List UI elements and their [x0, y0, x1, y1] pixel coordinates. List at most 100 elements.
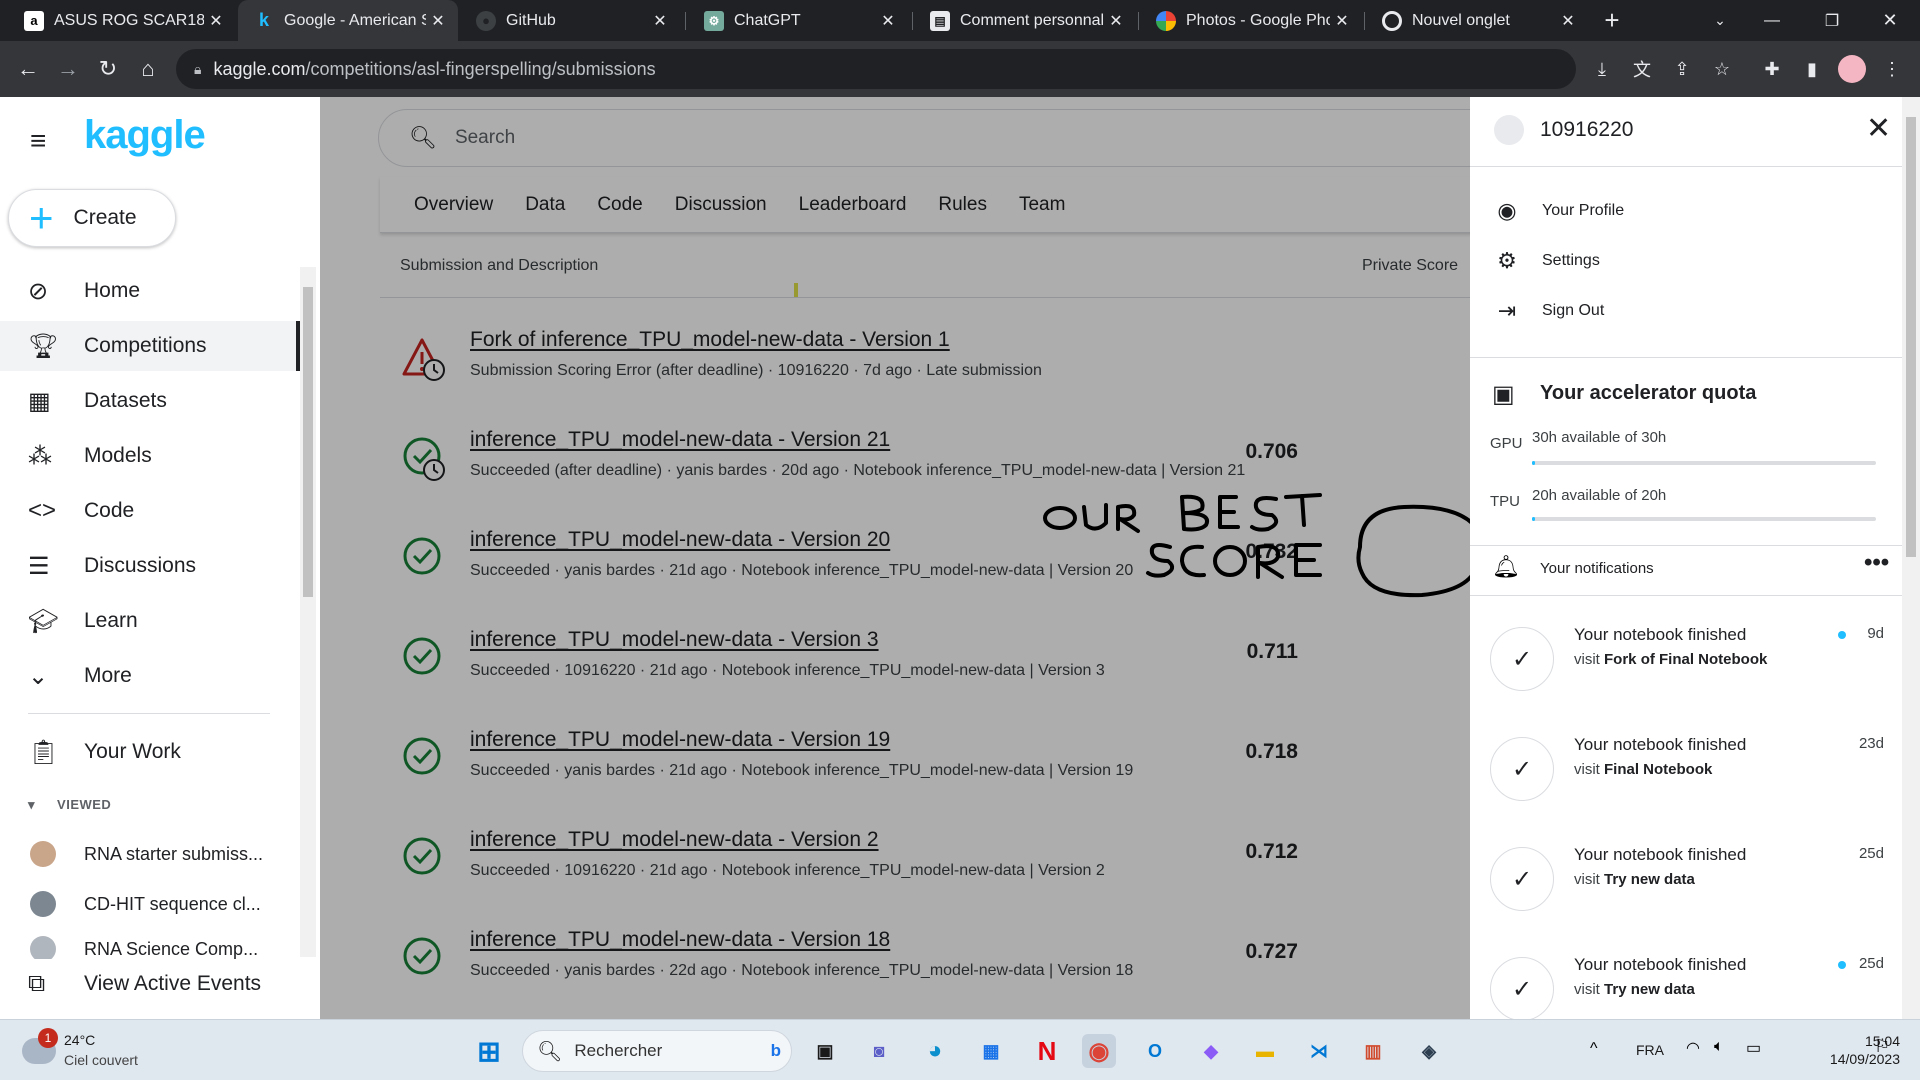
close-icon[interactable]: ✕ [1866, 111, 1891, 146]
extensions-icon[interactable]: ✚ [1758, 55, 1786, 83]
share-icon[interactable]: ⇪ [1668, 55, 1696, 83]
windows-start-icon[interactable]: ⊞ [472, 1034, 506, 1068]
chrome-icon[interactable]: ◉ [1082, 1034, 1116, 1068]
viewed-header[interactable]: ▾ VIEWED [28, 797, 111, 813]
scrollbar-thumb[interactable] [303, 287, 313, 597]
profile-avatar[interactable] [1838, 55, 1866, 83]
menu-your-profile[interactable]: ◉ Your Profile [1492, 191, 1624, 231]
forward-button[interactable]: → [48, 41, 88, 97]
browser-tab-new[interactable]: Nouvel onglet ✕ [1366, 0, 1588, 41]
notification-link[interactable]: visit Try new data [1574, 871, 1695, 888]
address-bar[interactable]: 🔒︎ kaggle.com /competitions/asl-fingersp… [176, 49, 1576, 89]
notification-link[interactable]: visit Fork of Final Notebook [1574, 651, 1767, 668]
close-tab-icon[interactable]: ✕ [648, 11, 672, 31]
close-tab-icon[interactable]: ✕ [1556, 11, 1580, 31]
taskbar-search-placeholder: Rechercher [574, 1041, 663, 1060]
kaggle-logo[interactable]: kaggle [84, 113, 206, 158]
tab-separator [1138, 12, 1139, 30]
taskbar-search-input[interactable]: 🔍︎ Rechercher b [522, 1030, 792, 1072]
chart-app-icon[interactable]: ▥ [1356, 1034, 1390, 1068]
notification-item[interactable]: ✓ Your notebook finished visit Try new dat… [1470, 947, 1920, 1019]
sidebar-item-learn[interactable]: 🎓︎ Learn [0, 596, 300, 646]
check-icon: ✓ [1490, 957, 1554, 1019]
close-window-button[interactable]: ✕ [1870, 0, 1910, 41]
restore-button[interactable]: ❐ [1812, 0, 1852, 41]
sidebar-item-active-events[interactable]: ⧉ View Active Events [0, 959, 300, 1009]
sidebar-item-label: Datasets [84, 389, 167, 412]
sidebar-item-datasets[interactable]: ▦ Datasets [0, 376, 300, 426]
tray-chevron-icon[interactable]: ^ [1590, 1040, 1598, 1058]
notification-age: 25d [1858, 845, 1884, 862]
sidebar-item-models[interactable]: ⁂ Models [0, 431, 300, 481]
back-button[interactable]: ← [8, 41, 48, 97]
notification-center-icon[interactable]: ⚐ [1874, 1036, 1890, 1057]
sidebar-item-discussions[interactable]: ☰ Discussions [0, 541, 300, 591]
sidebar-item-code[interactable]: <> Code [0, 486, 300, 536]
browser-tab-kaggle[interactable]: k Google - American Si ✕ [238, 0, 458, 41]
plus-icon: + [29, 194, 54, 241]
events-icon: ⧉ [28, 970, 46, 997]
task-view-icon[interactable]: ▣ [808, 1034, 842, 1068]
sign-out-icon: ⇥ [1497, 298, 1517, 323]
sidebar-item-competitions[interactable]: 🏆︎ Competitions [0, 321, 300, 371]
copilot-icon[interactable]: ◆ [1194, 1034, 1228, 1068]
wifi-icon[interactable]: ◠ [1686, 1038, 1700, 1058]
teams-chat-icon[interactable]: ◙ [862, 1034, 896, 1068]
browser-tab-article[interactable]: ▤ Comment personnalis ✕ [914, 0, 1136, 41]
more-options-icon[interactable]: ••• [1864, 549, 1889, 577]
close-tab-icon[interactable]: ✕ [204, 11, 228, 31]
terminal-app-icon[interactable]: ◈ [1412, 1034, 1446, 1068]
notification-link[interactable]: visit Try new data [1574, 981, 1695, 998]
new-tab-button[interactable]: + [1592, 0, 1632, 41]
browser-tab-photos[interactable]: Photos - Google Phot ✕ [1140, 0, 1362, 41]
drawer-scrollbar[interactable] [1902, 97, 1920, 1019]
notification-link[interactable]: visit Final Notebook [1574, 761, 1712, 778]
sidebar-item-home[interactable]: ⊘ Home [0, 266, 300, 316]
weather-widget[interactable]: 1 24°C Ciel couvert [20, 1028, 180, 1074]
notification-item[interactable]: ✓ Your notebook finished visit Fork of Fin… [1470, 617, 1920, 727]
sidebar-item-your-work[interactable]: 📋︎ Your Work [0, 727, 300, 777]
viewed-item[interactable]: RNA starter submiss... [30, 834, 290, 874]
school-icon: 🎓︎ [28, 607, 59, 635]
hamburger-menu-icon[interactable]: ≡ [30, 125, 46, 157]
home-button[interactable]: ⌂ [128, 41, 168, 97]
tab-search-chevron-icon[interactable]: ⌄ [1700, 0, 1740, 41]
sidebar-scrollbar[interactable] [300, 267, 316, 957]
sidebar-item-more[interactable]: ⌄ More [0, 651, 300, 701]
menu-settings[interactable]: ⚙ Settings [1492, 241, 1600, 281]
file-explorer-icon[interactable]: ▬ [1248, 1034, 1282, 1068]
volume-icon[interactable]: 🔈︎ [1714, 1038, 1724, 1056]
scrollbar-thumb[interactable] [1906, 117, 1916, 557]
edge-icon[interactable]: ◕ [918, 1034, 952, 1068]
username: 10916220 [1540, 118, 1634, 141]
viewed-item-label: RNA Science Comp... [84, 938, 259, 959]
url-host: kaggle.com [213, 58, 306, 79]
netflix-icon[interactable]: N [1030, 1034, 1064, 1068]
browser-tab-asus[interactable]: a ASUS ROG SCAR18-G ✕ [8, 0, 236, 41]
browser-tab-github[interactable]: ● GitHub ✕ [460, 0, 680, 41]
close-tab-icon[interactable]: ✕ [1330, 11, 1354, 31]
browser-tab-chatgpt[interactable]: ⚙ ChatGPT ✕ [688, 0, 908, 41]
menu-sign-out[interactable]: ⇥ Sign Out [1492, 291, 1604, 331]
translate-icon[interactable]: 文 [1628, 55, 1656, 83]
bookmark-star-icon[interactable]: ☆ [1708, 55, 1736, 83]
notification-item[interactable]: ✓ Your notebook finished visit Try new dat… [1470, 837, 1920, 947]
side-panel-icon[interactable]: ▮ [1798, 55, 1826, 83]
chrome-icon [1382, 10, 1402, 31]
battery-icon[interactable]: ▭ [1746, 1038, 1761, 1058]
reload-button[interactable]: ↻ [88, 41, 128, 97]
close-tab-icon[interactable]: ✕ [426, 11, 450, 31]
language-indicator[interactable]: FRA [1636, 1042, 1664, 1058]
store-icon[interactable]: ▦ [974, 1034, 1008, 1068]
user-avatar[interactable] [1494, 115, 1524, 145]
close-tab-icon[interactable]: ✕ [876, 11, 900, 31]
vscode-icon[interactable]: ⋊ [1302, 1034, 1336, 1068]
create-button[interactable]: + Create [8, 189, 176, 247]
outlook-icon[interactable]: O [1138, 1034, 1172, 1068]
browser-menu-icon[interactable]: ⋮ [1878, 55, 1906, 83]
install-app-icon[interactable]: ⤓ [1588, 55, 1616, 83]
minimize-button[interactable]: — [1752, 0, 1792, 41]
viewed-item[interactable]: CD-HIT sequence cl... [30, 884, 290, 924]
close-tab-icon[interactable]: ✕ [1104, 11, 1128, 31]
notification-item[interactable]: ✓ Your notebook finished visit Final Noteb… [1470, 727, 1920, 837]
